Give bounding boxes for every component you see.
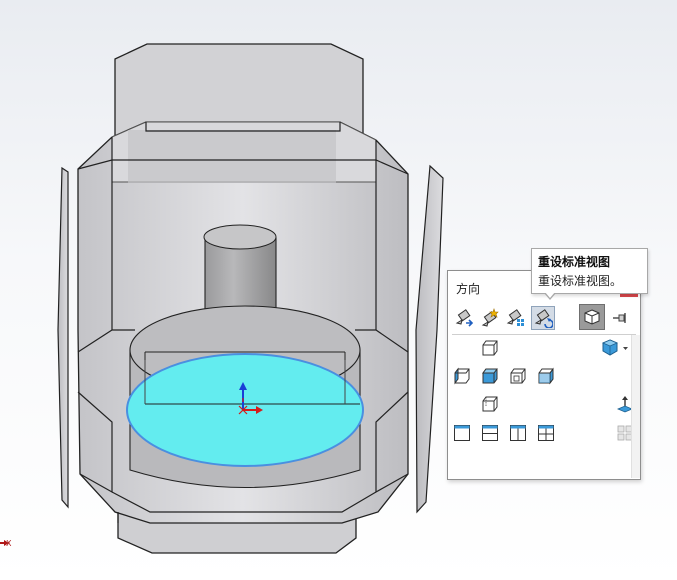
camera-arrow-icon	[455, 309, 474, 327]
back-view-button[interactable]	[479, 393, 501, 415]
tooltip: 重设标准视图 重设标准视图。	[531, 248, 648, 300]
right-view-button[interactable]	[507, 365, 529, 387]
view-selector-button[interactable]	[504, 306, 528, 330]
cube-front-icon	[482, 340, 498, 356]
cube-bottom-icon	[538, 367, 554, 385]
cube-shaded-icon	[602, 339, 628, 356]
front-view-button[interactable]	[479, 337, 501, 359]
single-view-button[interactable]	[451, 422, 473, 444]
single-viewport-icon	[454, 425, 470, 441]
four-viewport-icon	[538, 425, 554, 441]
new-view-button[interactable]	[452, 306, 476, 330]
left-view-button[interactable]	[451, 365, 473, 387]
cube-view-icon	[584, 309, 600, 325]
two-view-horizontal-button[interactable]	[479, 422, 501, 444]
right-side-flap[interactable]	[415, 164, 444, 514]
reset-standard-views-button[interactable]	[531, 306, 555, 330]
left-side-flap[interactable]	[57, 166, 69, 509]
panel-scrollbar[interactable]	[631, 335, 640, 478]
camera-reset-icon	[534, 309, 553, 328]
cube-back-icon	[482, 396, 498, 412]
pin-button[interactable]	[608, 306, 632, 330]
cube-left-icon	[454, 367, 470, 385]
tooltip-pointer-inner	[545, 292, 555, 298]
view-orientation-dropdown[interactable]	[601, 337, 631, 359]
pin-icon	[613, 313, 626, 323]
camera-star-icon	[481, 308, 499, 327]
four-view-button[interactable]	[535, 422, 557, 444]
tooltip-title: 重设标准视图	[538, 255, 611, 269]
tooltip-description: 重设标准视图。	[538, 274, 623, 288]
panel-title: 方向	[456, 282, 481, 296]
panel-divider	[452, 334, 636, 335]
two-viewport-horizontal-icon	[482, 425, 498, 441]
top-view-button[interactable]	[479, 365, 501, 387]
shaft-top	[203, 224, 277, 250]
view-orientation-toggle-button[interactable]	[579, 304, 605, 330]
cube-top-icon	[482, 368, 498, 384]
update-view-button[interactable]	[478, 306, 502, 330]
part-body[interactable]	[57, 43, 444, 554]
inner-dark-band	[128, 130, 336, 183]
orientation-panel: 方向	[447, 270, 641, 480]
two-viewport-vertical-icon	[510, 425, 526, 441]
bottom-view-button[interactable]	[535, 365, 557, 387]
cube-right-icon	[510, 368, 526, 384]
triad-x-label: X	[6, 539, 12, 548]
camera-grid-icon	[506, 309, 524, 326]
two-view-vertical-button[interactable]	[507, 422, 529, 444]
